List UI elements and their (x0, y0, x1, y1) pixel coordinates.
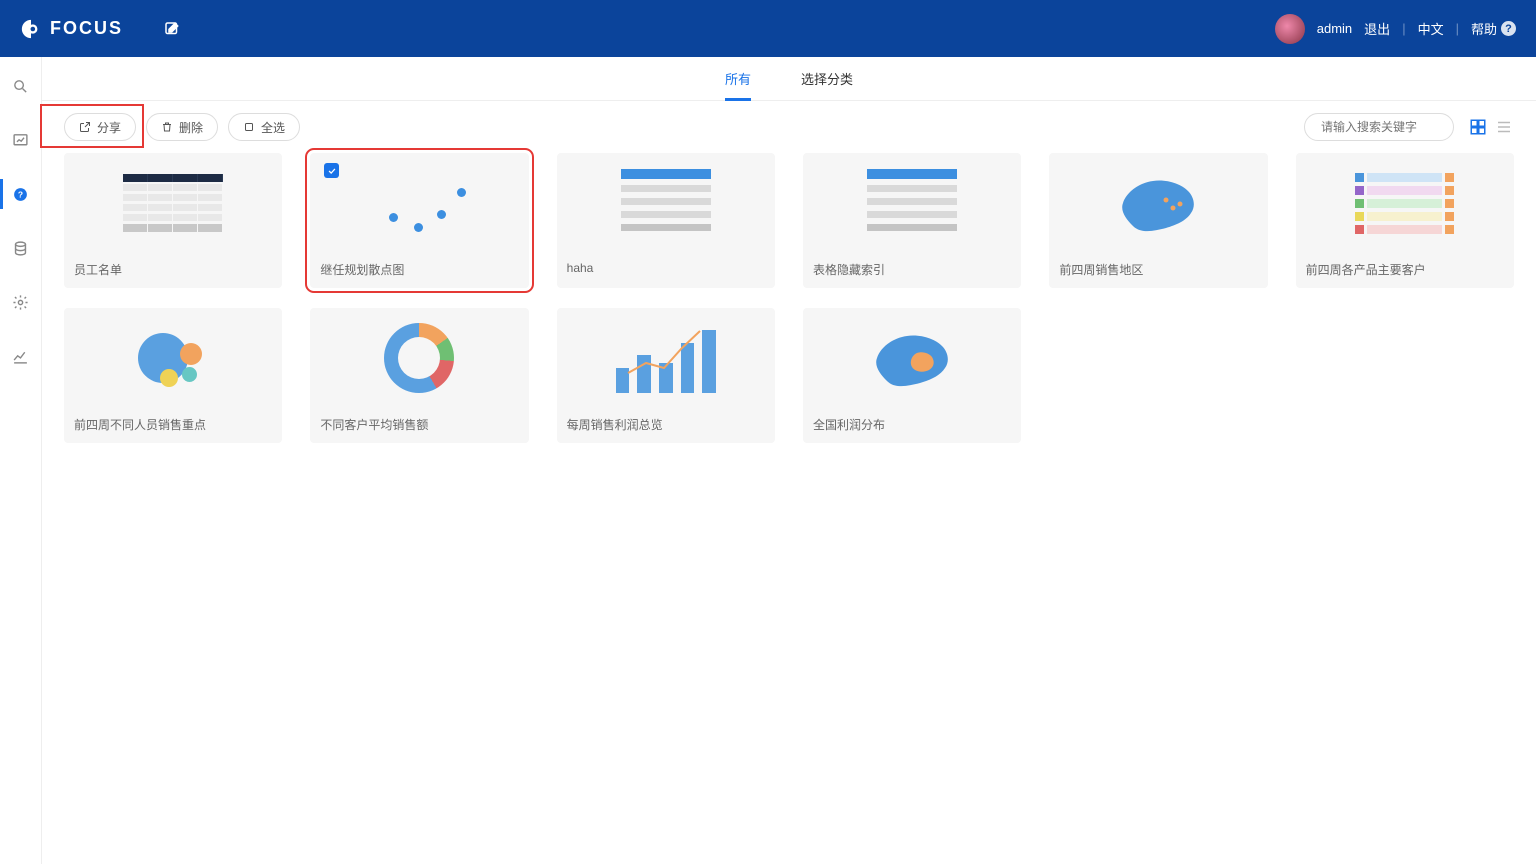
card-title: haha (557, 253, 775, 285)
delete-button[interactable]: 删除 (146, 113, 218, 141)
card-item[interactable]: 表格隐藏索引 (803, 153, 1021, 288)
card-title: 前四周不同人员销售重点 (64, 408, 282, 443)
card-title: 表格隐藏索引 (803, 253, 1021, 288)
card-title: 每周销售利润总览 (557, 408, 775, 443)
sidebar-search[interactable] (0, 71, 42, 101)
divider: | (1402, 21, 1405, 36)
card-item[interactable]: 每周销售利润总览 (557, 308, 775, 443)
brand-text: FOCUS (50, 18, 123, 39)
card-grid: 员工名单继任规划散点图 haha 表格隐藏索引前四周销售地区前四周各产品主要客户前四… (42, 153, 1536, 465)
card-item[interactable]: 继任规划散点图 (310, 153, 528, 288)
card-preview (803, 308, 1021, 408)
logo-icon (20, 18, 42, 40)
card-title: 全国利润分布 (803, 408, 1021, 443)
toolbar: 分享 删除 全选 (42, 101, 1536, 153)
card-preview (1049, 153, 1267, 253)
help-text: 帮助 (1471, 19, 1497, 38)
card-item[interactable]: 前四周各产品主要客户 (1296, 153, 1514, 288)
sidebar-data[interactable] (0, 233, 42, 263)
card-item[interactable]: 全国利润分布 (803, 308, 1021, 443)
select-all-label: 全选 (261, 119, 285, 136)
help-link[interactable]: 帮助 ? (1471, 19, 1516, 38)
card-preview (64, 308, 282, 408)
help-icon: ? (1501, 21, 1516, 36)
tab-bar: 所有 选择分类 (42, 57, 1536, 101)
tab-all[interactable]: 所有 (725, 57, 751, 101)
card-preview (1296, 153, 1514, 253)
card-title: 继任规划散点图 (310, 253, 528, 288)
svg-text:?: ? (18, 189, 23, 199)
card-preview (310, 153, 528, 253)
share-label: 分享 (97, 119, 121, 136)
card-preview (557, 308, 775, 408)
card-item[interactable]: 前四周不同人员销售重点 (64, 308, 282, 443)
search-input[interactable] (1321, 120, 1476, 134)
header-right: admin 退出 | 中文 | 帮助 ? (1275, 14, 1516, 44)
username[interactable]: admin (1317, 21, 1352, 36)
trash-icon (161, 121, 173, 133)
sidebar-dashboard[interactable] (0, 125, 42, 155)
select-all-button[interactable]: 全选 (228, 113, 300, 141)
card-item[interactable]: 前四周销售地区 (1049, 153, 1267, 288)
card-title: 前四周销售地区 (1049, 253, 1267, 288)
card-item[interactable]: 不同客户平均销售额 (310, 308, 528, 443)
divider: | (1456, 21, 1459, 36)
compose-icon[interactable] (163, 20, 181, 38)
square-icon (243, 121, 255, 133)
card-preview (310, 308, 528, 408)
sidebar-questions[interactable]: ? (0, 179, 42, 209)
list-view-button[interactable] (1494, 117, 1514, 137)
grid-view-button[interactable] (1468, 117, 1488, 137)
card-title: 不同客户平均销售额 (310, 408, 528, 443)
view-toggle (1468, 117, 1514, 137)
card-preview (557, 153, 775, 253)
card-checkbox[interactable] (324, 163, 339, 178)
card-item[interactable]: 员工名单 (64, 153, 282, 288)
logout-link[interactable]: 退出 (1364, 19, 1390, 38)
sidebar-settings[interactable] (0, 287, 42, 317)
sidebar: ? (0, 57, 42, 864)
card-title: 员工名单 (64, 253, 282, 288)
app-header: FOCUS admin 退出 | 中文 | 帮助 ? (0, 0, 1536, 57)
search-input-wrap[interactable] (1304, 113, 1454, 141)
card-preview (803, 153, 1021, 253)
share-button[interactable]: 分享 (64, 113, 136, 141)
card-title: 前四周各产品主要客户 (1296, 253, 1514, 288)
language-link[interactable]: 中文 (1418, 19, 1444, 38)
avatar[interactable] (1275, 14, 1305, 44)
share-icon (79, 121, 91, 133)
card-item[interactable]: haha (557, 153, 775, 288)
delete-label: 删除 (179, 119, 203, 136)
logo[interactable]: FOCUS (20, 18, 123, 40)
tab-category[interactable]: 选择分类 (801, 57, 853, 101)
sidebar-analytics[interactable] (0, 341, 42, 371)
card-preview (64, 153, 282, 253)
main-content: 所有 选择分类 分享 删除 全选 (42, 57, 1536, 864)
